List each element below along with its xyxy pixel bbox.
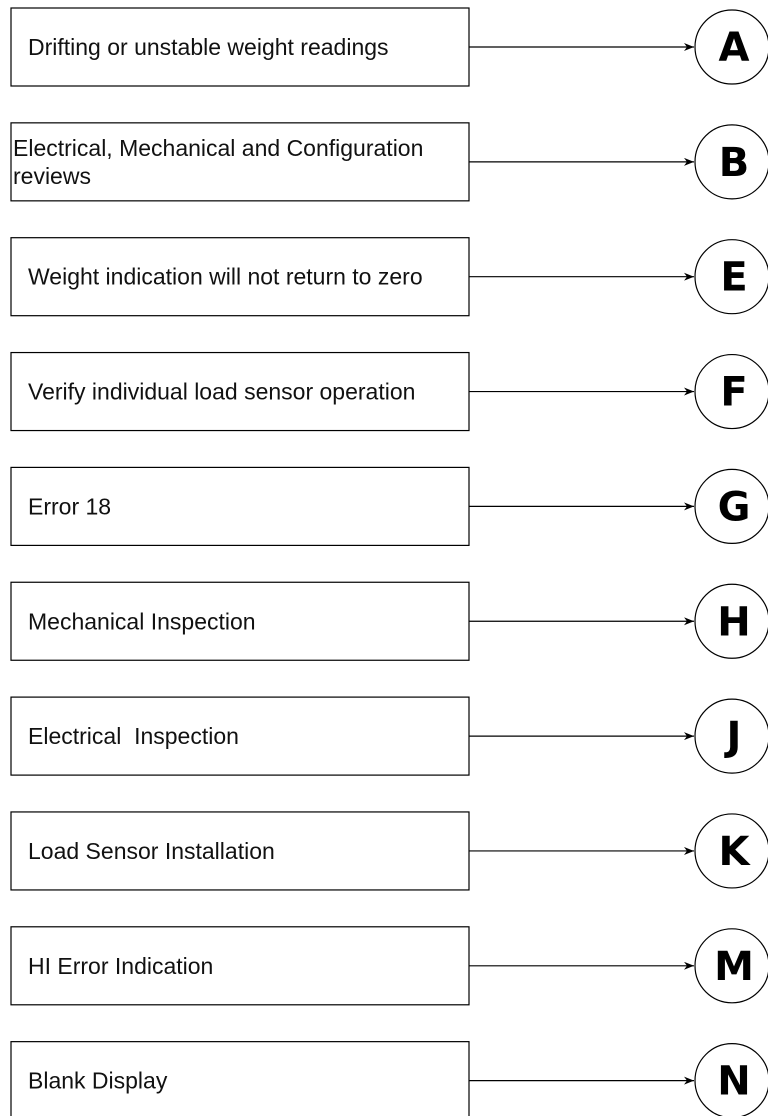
box-label-text: Drifting or unstable weight readings bbox=[28, 34, 389, 60]
flow-row-g: Error 18 G bbox=[10, 466, 768, 546]
flow-row-j: Electrical Inspection J bbox=[10, 696, 768, 776]
connector-letter: B bbox=[719, 140, 750, 186]
flow-row-e: Weight indication will not return to zer… bbox=[10, 237, 768, 317]
box-label-text: Error 18 bbox=[28, 493, 111, 519]
box-label-text: Load Sensor Installation bbox=[28, 838, 275, 864]
flow-row-k: Load Sensor Installation K bbox=[10, 811, 768, 891]
flow-row-b: Electrical, Mechanical and Configuration… bbox=[10, 122, 768, 202]
connector-letter: A bbox=[719, 25, 750, 71]
connector-letter: N bbox=[717, 1059, 750, 1105]
connector-letter: G bbox=[718, 484, 751, 530]
box-label-text: Verify individual load sensor operation bbox=[28, 379, 415, 405]
flow-row-n: Blank Display N bbox=[10, 1041, 768, 1116]
flow-row-f: Verify individual load sensor operation F bbox=[10, 351, 768, 432]
connector-letter: M bbox=[714, 944, 754, 990]
connector-letter: F bbox=[720, 370, 747, 416]
flow-diagram: Drifting or unstable weight readings A Ele… bbox=[10, 7, 768, 1116]
connector-letter: J bbox=[724, 714, 742, 760]
box-label-text: Weight indication will not return to zer… bbox=[28, 264, 423, 290]
connector-letter: E bbox=[720, 255, 747, 301]
connector-letter: K bbox=[719, 829, 752, 875]
flow-row-m: HI Error Indication M bbox=[10, 926, 768, 1006]
box-label-text: Blank Display bbox=[28, 1068, 168, 1094]
box-label-text: Mechanical Inspection bbox=[28, 608, 256, 634]
box-label-text: Electrical Inspection bbox=[28, 723, 239, 749]
box-label-text: Electrical, Mechanical and Configuration bbox=[13, 135, 423, 161]
flow-row-a: Drifting or unstable weight readings A bbox=[10, 7, 768, 87]
flow-row-h: Mechanical Inspection H bbox=[10, 581, 768, 661]
box-label-text: reviews bbox=[13, 163, 91, 189]
connector-letter: H bbox=[717, 599, 750, 645]
box-label-text: HI Error Indication bbox=[28, 953, 213, 979]
